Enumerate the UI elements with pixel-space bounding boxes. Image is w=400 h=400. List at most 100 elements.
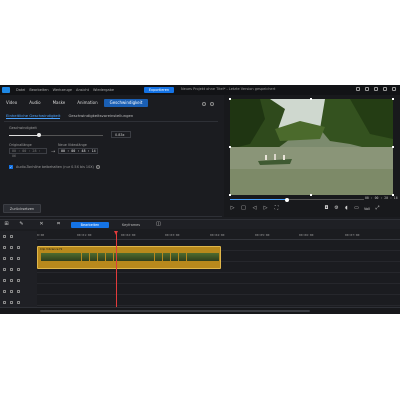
help-icon[interactable] (202, 102, 206, 106)
keep-pitch-checkbox[interactable]: ✓ (9, 165, 13, 169)
split-icon[interactable]: ◫ (156, 222, 161, 227)
lock-icon[interactable] (10, 257, 13, 260)
lock-icon[interactable] (10, 246, 13, 249)
ruler-tick-label: 0:00 (37, 233, 45, 237)
timeline-options (0, 231, 37, 242)
arrow-right-icon: → (51, 149, 56, 155)
playhead-line[interactable] (116, 231, 117, 314)
track-settings-icon[interactable] (3, 235, 6, 238)
crop-handle[interactable] (392, 146, 394, 148)
pen-icon[interactable]: ✎ (19, 222, 24, 227)
clip-thumbnails (41, 253, 219, 261)
original-length-label: Originallänge (9, 143, 32, 147)
timeline-lane[interactable] (37, 295, 400, 306)
volume-icon[interactable]: ◖ (344, 206, 349, 211)
play-icon[interactable]: ▷ (230, 206, 235, 211)
video-clip[interactable]: Clip Vibrance Hi (37, 246, 221, 269)
expand-icon[interactable]: ⤢ (375, 206, 380, 211)
crop-handle[interactable] (229, 146, 231, 148)
video-track-icon (3, 257, 6, 260)
export-button[interactable]: Exportieren (144, 87, 174, 93)
tab-animation[interactable]: Animation (71, 99, 103, 107)
stop-icon[interactable]: □ (241, 206, 246, 211)
delete-icon[interactable]: ✕ (39, 222, 44, 227)
playhead-marker[interactable] (113, 231, 118, 235)
menu-bar: Datei Bearbeiten Werkzeuge Ansicht Wiede… (16, 88, 114, 92)
new-length-field[interactable]: 00 : 00 : 48 : 14 (58, 148, 98, 154)
app-logo (2, 87, 10, 93)
video-editor-window: Datei Bearbeiten Werkzeuge Ansicht Wiede… (0, 85, 400, 314)
aspect-ratio-icon[interactable]: ▭ (354, 206, 359, 211)
speed-value-field[interactable]: 0.83x (111, 131, 131, 138)
reset-button[interactable]: Zurücksetzen (3, 204, 41, 213)
lock-icon[interactable] (10, 290, 13, 293)
original-length-field: 00 : 00 : 28 : 06 (9, 148, 47, 158)
next-frame-icon[interactable]: ▷ (263, 206, 268, 211)
subtab-speed-presets[interactable]: Geschwindigkeitsvoreinstellungen (68, 113, 133, 119)
lock-icon[interactable] (10, 268, 13, 271)
tab-video[interactable]: Video (0, 99, 23, 107)
menu-tools[interactable]: Werkzeuge (53, 88, 72, 92)
music-track-icon (3, 301, 6, 304)
settings-icon[interactable] (365, 87, 369, 91)
collapse-panel-icon[interactable] (210, 102, 214, 106)
preview-scrubber-knob[interactable] (285, 197, 289, 202)
preview-panel: 00 : 00 : 20 : 16 ▷ □ ◁ ▷ ⛶ ◘ ⚙ ◖ ▭ Voll… (224, 95, 400, 217)
timeline-ruler[interactable]: 0:00 00:01:00 00:02:00 00:03:00 00:04:00… (37, 231, 400, 240)
eye-icon[interactable] (17, 268, 20, 271)
menu-file[interactable]: Datei (16, 88, 25, 92)
account-icon[interactable] (356, 87, 360, 91)
tab-keyframes[interactable]: Keyframes (113, 222, 149, 228)
magnet-icon[interactable] (10, 235, 13, 238)
add-track-icon[interactable]: ⊞ (4, 222, 9, 227)
crop-handle[interactable] (229, 194, 231, 196)
video-preview (230, 99, 393, 195)
info-icon[interactable]: i (96, 165, 100, 169)
maximize-icon[interactable] (383, 87, 387, 91)
crop-handle[interactable] (392, 98, 394, 100)
crop-icon[interactable]: ⌗ (56, 222, 61, 227)
snapshot-icon[interactable]: ◘ (324, 206, 329, 211)
music-track-icon (3, 290, 6, 293)
menu-edit[interactable]: Bearbeiten (29, 88, 48, 92)
previous-frame-icon[interactable]: ◁ (252, 206, 257, 211)
text-track-icon (3, 268, 6, 271)
music-track-icon (3, 279, 6, 282)
mute-icon[interactable] (17, 290, 20, 293)
settings-icon[interactable]: ⚙ (334, 206, 339, 211)
track-header-video-1 (0, 253, 37, 264)
close-icon[interactable] (392, 87, 396, 91)
panel-divider (0, 216, 222, 217)
video-track-icon (3, 246, 6, 249)
timeline-toolbar: ⊞ ✎ ✕ ⌗ Bearbeiten Keyframes ◫ (0, 219, 400, 229)
ruler-tick-label: 00:02:00 (121, 233, 136, 237)
timeline-lane[interactable] (37, 284, 400, 295)
subtab-uniform-speed[interactable]: Einheitliche Geschwindigkeit (6, 113, 61, 119)
divider (4, 121, 218, 122)
mute-icon[interactable] (17, 279, 20, 282)
crop-handle[interactable] (229, 98, 231, 100)
menu-view[interactable]: Ansicht (76, 88, 89, 92)
ruler-tick-label: 00:07:00 (345, 233, 360, 237)
tab-edit[interactable]: Bearbeiten (71, 221, 109, 228)
speed-slider-knob[interactable] (37, 133, 41, 137)
eye-icon[interactable] (17, 246, 20, 249)
quality-selector[interactable]: Voll (364, 207, 370, 211)
tab-mask[interactable]: Maske (47, 99, 72, 107)
mute-icon[interactable] (17, 301, 20, 304)
eye-icon[interactable] (17, 257, 20, 260)
speed-slider-fill (9, 135, 39, 136)
video-frame-image (230, 99, 393, 195)
fullscreen-icon[interactable]: ⛶ (274, 206, 279, 211)
minimize-icon[interactable] (374, 87, 378, 91)
timeline-scrollbar[interactable] (40, 309, 310, 312)
crop-handle[interactable] (310, 98, 312, 100)
project-title: Neues Projekt ohne Titel* - Letzte Versi… (181, 87, 276, 91)
timeline-lane[interactable] (37, 273, 400, 284)
crop-handle[interactable] (310, 194, 312, 196)
tab-audio[interactable]: Audio (23, 99, 46, 107)
menu-playback[interactable]: Wiedergabe (93, 88, 114, 92)
lock-icon[interactable] (10, 279, 13, 282)
tab-speed[interactable]: Geschwindigkeit (103, 99, 149, 107)
lock-icon[interactable] (10, 301, 13, 304)
